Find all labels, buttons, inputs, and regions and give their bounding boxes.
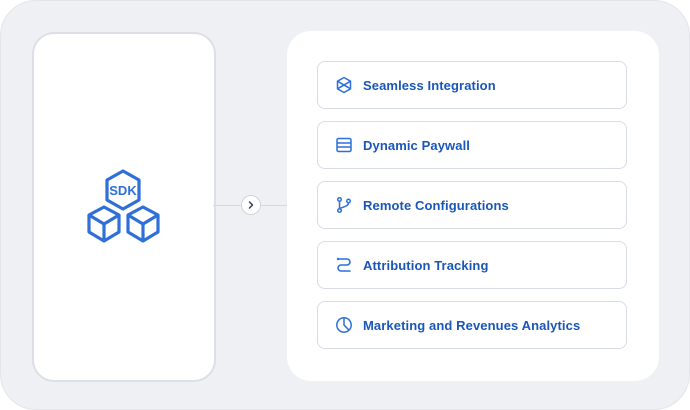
feature-label: Attribution Tracking (363, 257, 489, 273)
feature-attribution-tracking[interactable]: Attribution Tracking (317, 241, 627, 289)
paywall-icon (335, 136, 353, 154)
connector-line-right (261, 205, 287, 206)
feature-label: Remote Configurations (363, 197, 509, 213)
feature-marketing-revenues-analytics[interactable]: Marketing and Revenues Analytics (317, 301, 627, 349)
route-icon (335, 256, 353, 274)
diagram-frame: SDK Seamless Integration Dynamic Paywall… (0, 0, 690, 410)
feature-dynamic-paywall[interactable]: Dynamic Paywall (317, 121, 627, 169)
connector-line-left (213, 205, 241, 206)
feature-label: Marketing and Revenues Analytics (363, 317, 581, 333)
phone-mockup: SDK (32, 32, 216, 382)
feature-label: Dynamic Paywall (363, 137, 470, 153)
expand-arrow-button[interactable] (241, 195, 261, 215)
integration-icon (335, 76, 353, 94)
feature-label: Seamless Integration (363, 77, 496, 93)
pie-chart-icon (335, 316, 353, 334)
feature-seamless-integration[interactable]: Seamless Integration (317, 61, 627, 109)
git-branch-icon (335, 196, 353, 214)
features-panel: Seamless Integration Dynamic Paywall Rem… (287, 31, 659, 381)
feature-remote-configurations[interactable]: Remote Configurations (317, 181, 627, 229)
sdk-cubes-icon: SDK (87, 169, 160, 243)
chevron-right-icon (248, 201, 254, 209)
sdk-label: SDK (109, 183, 137, 198)
